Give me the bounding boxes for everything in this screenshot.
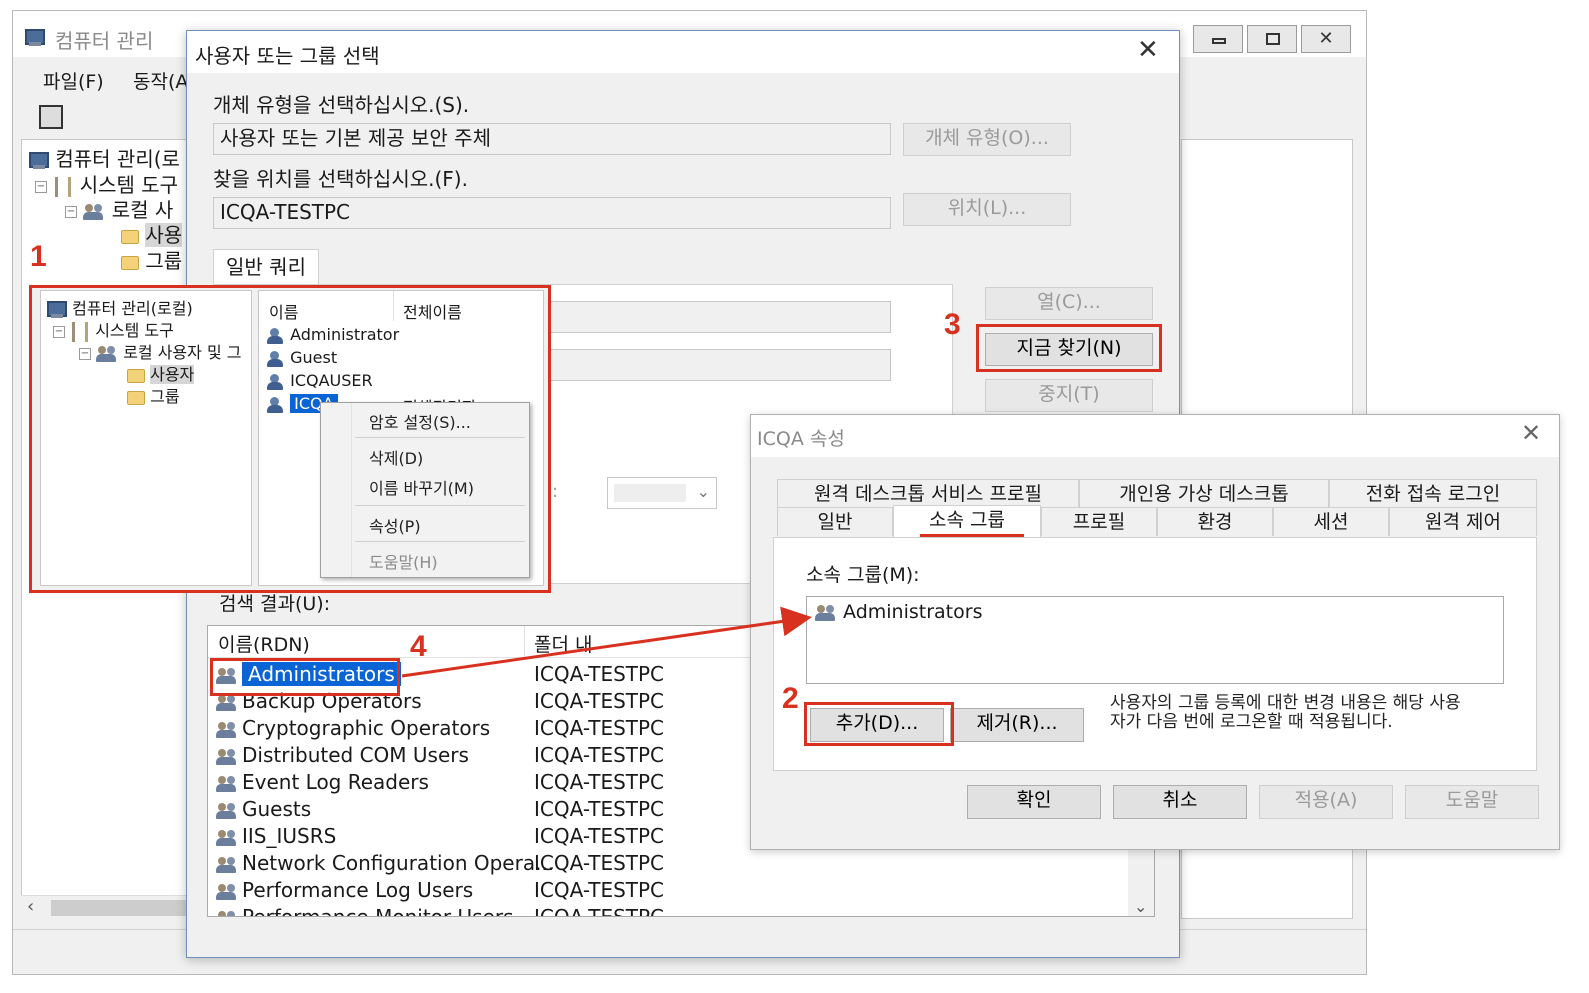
arrow-line xyxy=(401,606,812,678)
annotation-arrow xyxy=(401,606,812,678)
